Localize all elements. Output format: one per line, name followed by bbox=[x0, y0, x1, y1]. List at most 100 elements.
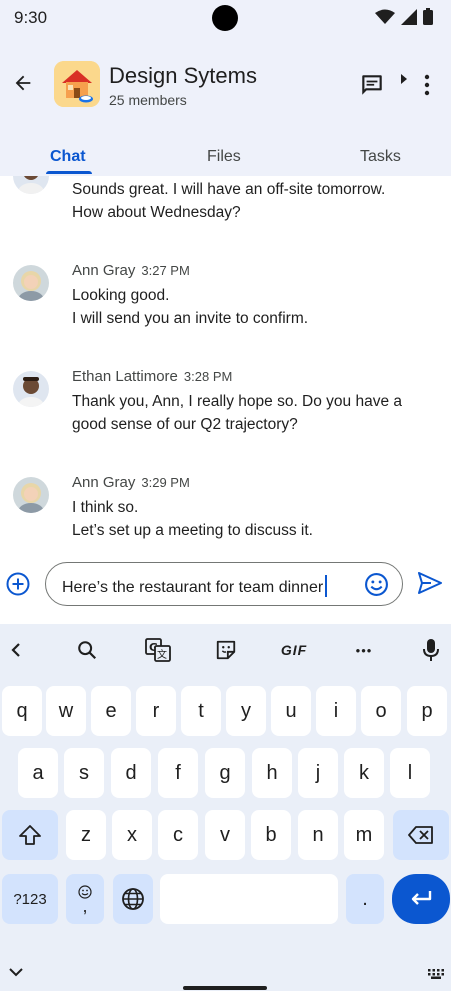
key-x[interactable]: x bbox=[112, 810, 152, 860]
emoji-comma-key[interactable]: , bbox=[66, 874, 104, 924]
ann-avatar[interactable] bbox=[13, 477, 49, 513]
sender-line: Ann Gray 3:29 PM bbox=[72, 474, 190, 491]
space-key[interactable] bbox=[160, 874, 338, 924]
period-key[interactable]: . bbox=[346, 874, 384, 924]
kb-sticker-button[interactable] bbox=[206, 636, 246, 664]
sender-name: Ethan Lattimore bbox=[72, 368, 178, 385]
key-o[interactable]: o bbox=[361, 686, 401, 736]
chevron-left-icon bbox=[11, 643, 20, 657]
sender-name: Ann Gray bbox=[72, 474, 136, 491]
tab-indicator bbox=[46, 171, 92, 174]
tab-chat[interactable]: Chat bbox=[50, 148, 86, 166]
sticker-icon bbox=[216, 640, 236, 660]
enter-key[interactable] bbox=[392, 874, 450, 924]
key-b[interactable]: b bbox=[251, 810, 291, 860]
key-d[interactable]: d bbox=[111, 748, 151, 798]
message-text: Looking good. bbox=[72, 287, 170, 304]
ann-avatar[interactable] bbox=[13, 265, 49, 301]
ethan-avatar bbox=[13, 176, 49, 194]
gesture-bar bbox=[183, 986, 267, 990]
wifi-icon bbox=[375, 9, 395, 24]
app-bar: Design Sytems 25 members bbox=[0, 40, 451, 132]
key-u[interactable]: u bbox=[271, 686, 311, 736]
group-avatar[interactable] bbox=[54, 61, 100, 107]
tab-tasks[interactable]: Tasks bbox=[360, 148, 401, 166]
key-r[interactable]: r bbox=[136, 686, 176, 736]
more-vert-icon bbox=[424, 74, 430, 96]
message-text: I will send you an invite to confirm. bbox=[72, 310, 309, 327]
emoji-button[interactable] bbox=[364, 572, 389, 602]
tab-files[interactable]: Files bbox=[207, 148, 241, 166]
send-icon bbox=[418, 572, 442, 594]
group-title: Design Sytems bbox=[109, 63, 257, 88]
key-h[interactable]: h bbox=[252, 748, 292, 798]
backspace-icon bbox=[408, 826, 433, 844]
caret-right-icon bbox=[400, 72, 408, 90]
sender-line: Ethan Lattimore 3:28 PM bbox=[72, 368, 232, 385]
status-bar: 9:30 bbox=[0, 0, 451, 36]
message-list[interactable]: Sounds great. I will have an off-site to… bbox=[0, 176, 451, 548]
enter-icon bbox=[411, 891, 432, 905]
kb-gif-button[interactable]: GIF bbox=[274, 636, 314, 664]
gif-label: GIF bbox=[280, 642, 308, 658]
kb-voice-button[interactable] bbox=[411, 636, 451, 664]
text-cursor bbox=[325, 575, 328, 597]
message-text: Thank you, Ann, I really hope so. Do you… bbox=[72, 393, 403, 410]
key-i[interactable]: i bbox=[316, 686, 356, 736]
key-l[interactable]: l bbox=[390, 748, 430, 798]
message-time: 3:28 PM bbox=[183, 369, 233, 384]
kb-collapse-button[interactable] bbox=[0, 636, 36, 664]
message-input[interactable]: Here’s the restaurant for team dinner bbox=[45, 562, 403, 606]
kb-search-button[interactable] bbox=[67, 636, 107, 664]
key-j[interactable]: j bbox=[298, 748, 338, 798]
ethan-avatar[interactable] bbox=[13, 371, 49, 407]
key-f[interactable]: f bbox=[158, 748, 198, 798]
message-text: good sense of our Q2 trajectory? bbox=[72, 416, 298, 433]
back-button[interactable] bbox=[8, 68, 38, 98]
message-text: Let’s set up a meeting to discuss it. bbox=[72, 522, 313, 539]
key-m[interactable]: m bbox=[344, 810, 384, 860]
key-p[interactable]: p bbox=[407, 686, 447, 736]
more-options-button[interactable] bbox=[418, 74, 436, 101]
key-y[interactable]: y bbox=[226, 686, 266, 736]
key-z[interactable]: z bbox=[66, 810, 106, 860]
message-input-text[interactable]: Here’s the restaurant for team dinner bbox=[62, 575, 328, 597]
backspace-key[interactable] bbox=[393, 810, 449, 860]
symbols-key[interactable]: ?123 bbox=[2, 874, 58, 924]
kb-more-button[interactable]: ••• bbox=[344, 636, 384, 664]
kb-translate-button[interactable]: G文 bbox=[138, 636, 178, 664]
key-a[interactable]: a bbox=[18, 748, 58, 798]
send-button[interactable] bbox=[418, 572, 442, 599]
status-time: 9:30 bbox=[14, 8, 48, 27]
key-c[interactable]: c bbox=[158, 810, 198, 860]
kb-switch-button[interactable] bbox=[428, 966, 444, 984]
chevron-down-icon bbox=[9, 968, 23, 977]
key-s[interactable]: s bbox=[64, 748, 104, 798]
key-w[interactable]: w bbox=[46, 686, 86, 736]
add-circle-icon bbox=[6, 572, 30, 596]
microphone-icon bbox=[423, 639, 439, 661]
status-icons bbox=[375, 8, 433, 25]
signal-icon bbox=[401, 8, 417, 25]
key-e[interactable]: e bbox=[91, 686, 131, 736]
composer: Here’s the restaurant for team dinner bbox=[0, 548, 451, 624]
message-time: 3:29 PM bbox=[141, 475, 190, 490]
key-n[interactable]: n bbox=[298, 810, 338, 860]
key-g[interactable]: g bbox=[205, 748, 245, 798]
threads-button[interactable] bbox=[359, 72, 385, 103]
shift-key[interactable] bbox=[2, 810, 58, 860]
more-dots-label: ••• bbox=[355, 642, 373, 658]
battery-icon bbox=[423, 8, 433, 25]
key-t[interactable]: t bbox=[181, 686, 221, 736]
globe-icon bbox=[122, 888, 144, 910]
arrow-back-icon bbox=[15, 75, 31, 91]
key-k[interactable]: k bbox=[344, 748, 384, 798]
language-key[interactable] bbox=[113, 874, 153, 924]
search-icon bbox=[78, 641, 97, 660]
kb-hide-button[interactable] bbox=[9, 964, 23, 982]
tab-bar: Chat Files Tasks bbox=[0, 138, 451, 176]
add-attachment-button[interactable] bbox=[6, 572, 30, 601]
keyboard-grid-icon bbox=[428, 969, 444, 979]
key-v[interactable]: v bbox=[205, 810, 245, 860]
key-q[interactable]: q bbox=[2, 686, 42, 736]
